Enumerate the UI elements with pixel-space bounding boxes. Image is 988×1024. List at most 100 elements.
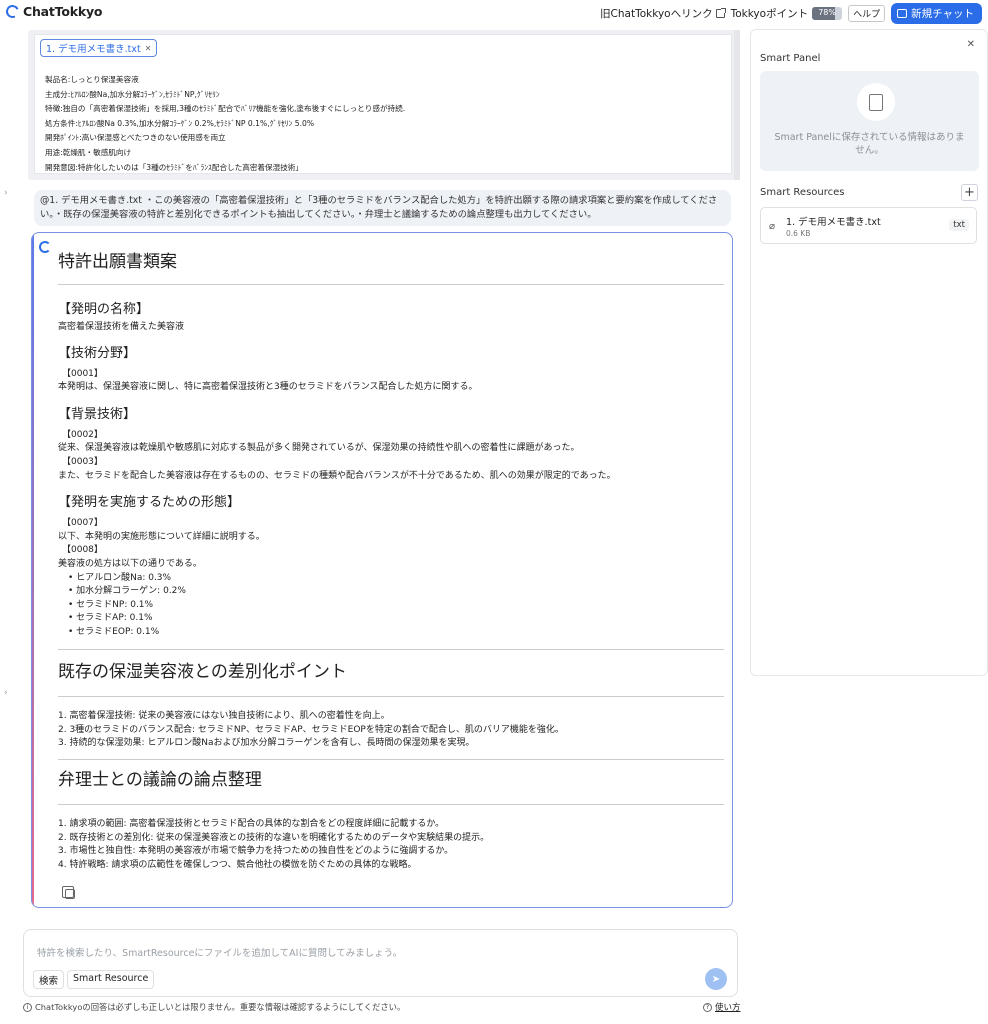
file-chip[interactable]: 1. デモ用メモ書き.txt ✕	[40, 39, 158, 57]
paragraph-number: 【0007】	[62, 518, 103, 529]
section-title: 弁理士との議論の論点整理	[58, 770, 262, 790]
paragraph-number: 【0003】	[62, 456, 103, 467]
expand-left-icon[interactable]: ›	[4, 188, 8, 198]
send-icon: ➤	[711, 973, 721, 985]
doc-line: 特徴:独自の「高密着保湿技術」を採用,3種のｾﾗﾐﾄﾞ配合でﾊﾞﾘｱ機能を強化,…	[45, 104, 406, 114]
user-message: @1. デモ用メモ書き.txt ・この美容液の「高密着保湿技術」と「3種のセラミ…	[34, 190, 731, 226]
document-page: 1. デモ用メモ書き.txt ✕ 製品名:しっとり保湿美容液 主成分:ﾋｱﾙﾛﾝ…	[34, 34, 732, 174]
resources-title: Smart Resources	[760, 187, 845, 198]
discussion-section: 弁理士との議論の論点整理 1. 請求項の範囲: 高密着保湿技術とセラミド配合の具…	[58, 765, 724, 872]
usage-link[interactable]: ? 使い方	[703, 1001, 741, 1013]
paragraph-number: 【0008】	[62, 545, 103, 556]
doc-line: 製品名:しっとり保湿美容液	[45, 75, 139, 84]
copy-icon[interactable]	[62, 886, 75, 899]
differentiation-section: 既存の保湿美容液との差別化ポイント 1. 高密着保湿技術: 従来の美容液にはない…	[58, 657, 724, 760]
paragraph: 本発明は、保湿美容液に関し、特に高密着保湿技術と3種のセラミドをバランス配合した…	[58, 382, 478, 393]
section-heading: 【発明を実施するための形態】	[58, 495, 241, 511]
disclaimer: i ChatTokkyoの回答は必ずしも正しいとは限りません。重要な情報は確認す…	[23, 1001, 405, 1013]
expand-left-icon[interactable]: ›	[4, 688, 8, 698]
discussion-list: 1. 請求項の範囲: 高密着保湿技術とセラミド配合の具体的な割合をどの程度詳細に…	[58, 818, 724, 872]
divider	[58, 649, 724, 650]
top-header: ChatTokkyo 旧ChatTokkyoへリンク Tokkyoポイント 78…	[0, 0, 988, 24]
old-chattokkyo-link[interactable]: 旧ChatTokkyoへリンク	[600, 6, 726, 21]
list-item: 1. 高密着保湿技術: 従来の美容液にはない独自技術により、肌への密着性を向上。	[58, 711, 390, 721]
doc-line: 開発ﾎﾟｲﾝﾄ:高い保湿感とべたつきのない使用感を両立	[45, 133, 226, 143]
differentiation-list: 1. 高密着保湿技術: 従来の美容液にはない独自技術により、肌への密着性を向上。…	[58, 710, 724, 751]
file-chip-label: 1. デモ用メモ書き.txt	[46, 44, 141, 55]
app-logo[interactable]: ChatTokkyo	[4, 3, 103, 20]
divider	[58, 758, 724, 760]
resource-item[interactable]: ⌀ 1. デモ用メモ書き.txt 0.6 KB txt	[760, 207, 977, 244]
smart-resource-button[interactable]: Smart Resource	[67, 970, 155, 989]
section-heading: 【発明の名称】	[58, 302, 150, 317]
smart-panel: ✕ Smart Panel Smart Panelに保存されている情報はありませ…	[750, 29, 988, 676]
resource-name: 1. デモ用メモ書き.txt	[786, 217, 881, 228]
usage-label: 使い方	[715, 1003, 741, 1013]
formula-list: ヒアルロン酸Na: 0.3% 加水分解コラーゲン: 0.2% セラミドNP: 0…	[58, 572, 724, 640]
section-heading: 【技術分野】	[58, 345, 137, 361]
list-item: 2. 既存技術との差別化: 従来の保湿美容液との技術的な違いを明確化するためのデ…	[58, 832, 490, 843]
doc-line: 主成分:ﾋｱﾙﾛﾝ酸Na,加水分解ｺﾗｰｹﾞﾝ,ｾﾗﾐﾄﾞNP,ｸﾞﾘｾﾘﾝ	[45, 89, 220, 99]
empty-state-text: Smart Panelに保存されている情報はありません。	[774, 132, 965, 156]
list-item: 3. 市場性と独自性: 本発明の美容液が市場で競争力を持つための独自性をどのよう…	[58, 846, 454, 857]
points-percent: 78%	[818, 8, 836, 17]
list-item: 4. 特許戦略: 請求項の広範性を確保しつつ、競合他社の模倣を防ぐための具体的な…	[58, 859, 417, 870]
paragraph-number: 【0001】	[62, 368, 103, 379]
document-icon	[869, 93, 883, 111]
paperclip-icon: ⌀	[769, 221, 776, 232]
points-label: Tokkyoポイント	[730, 8, 809, 20]
send-button[interactable]: ➤	[705, 968, 727, 990]
logo-icon	[4, 3, 21, 20]
paragraph: 美容液の処方は以下の通りである。	[58, 558, 202, 569]
divider	[58, 284, 724, 285]
search-button[interactable]: 検索	[33, 970, 65, 989]
old-link-label: 旧ChatTokkyoへリンク	[600, 8, 713, 20]
info-icon: i	[23, 1002, 32, 1012]
doc-line: 処方条件:ﾋｱﾙﾛﾝ酸Na 0.3%,加水分解ｺﾗｰｹﾞﾝ 0.2%,ｾﾗﾐﾄﾞ…	[45, 118, 315, 128]
panel-empty-state: Smart Panelに保存されている情報はありません。	[760, 71, 979, 171]
empty-state-icon	[857, 83, 895, 121]
divider	[58, 696, 724, 697]
paragraph: 以下、本発明の実施形態について詳細に説明する。	[58, 531, 265, 542]
patent-draft: 特許出願書類案 【発明の名称】 高密着保湿技術を備えた美容液 【技術分野】 【0…	[58, 247, 724, 651]
section-heading: 【背景技術】	[58, 406, 137, 422]
disclaimer-text: ChatTokkyoの回答は必ずしも正しいとは限りません。重要な情報は確認するよ…	[35, 1002, 406, 1012]
divider	[58, 804, 724, 805]
list-item: ヒアルロン酸Na: 0.3%	[68, 572, 724, 586]
external-link-icon	[715, 8, 726, 18]
scrollbar[interactable]	[734, 30, 740, 180]
panel-title: Smart Panel	[760, 53, 821, 64]
close-icon[interactable]: ✕	[145, 44, 152, 53]
doc-line: 用途:乾燥肌・敏感肌向け	[45, 147, 132, 157]
paragraph: 従来、保湿美容液は乾燥肌や敏感肌に対応する製品が多く開発されているが、保湿効果の…	[58, 443, 580, 454]
new-chat-button[interactable]: 新規チャット	[891, 3, 982, 24]
list-item: 2. 3種のセラミドのバランス配合: セラミドNP、セラミドAP、セラミドEOP…	[58, 724, 564, 735]
list-item: 1. 請求項の範囲: 高密着保湿技術とセラミド配合の具体的な割合をどの程度詳細に…	[58, 819, 445, 829]
chat-icon	[897, 9, 908, 18]
close-icon[interactable]: ✕	[967, 39, 975, 50]
document-text: 製品名:しっとり保湿美容液 主成分:ﾋｱﾙﾛﾝ酸Na,加水分解ｺﾗｰｹﾞﾝ,ｾﾗ…	[45, 73, 405, 175]
assistant-response: 特許出願書類案 【発明の名称】 高密着保湿技術を備えた美容液 【技術分野】 【0…	[31, 232, 733, 908]
section-title: 既存の保湿美容液との差別化ポイント	[58, 662, 347, 682]
app-name: ChatTokkyo	[23, 4, 103, 19]
list-item: セラミドNP: 0.1%	[68, 599, 724, 613]
list-item: セラミドAP: 0.1%	[68, 612, 724, 626]
help-icon: ?	[703, 1002, 712, 1012]
doc-line: 開発意図:特許化したいのは「3種のｾﾗﾐﾄﾞをﾊﾞﾗﾝｽ配合した高密着保湿技術」	[45, 162, 303, 172]
paragraph: 高密着保湿技術を備えた美容液	[58, 322, 185, 332]
paragraph-number: 【0002】	[62, 429, 103, 440]
document-preview: 1. デモ用メモ書き.txt ✕ 製品名:しっとり保湿美容液 主成分:ﾋｱﾙﾛﾝ…	[28, 30, 740, 180]
add-resource-button[interactable]: +	[961, 184, 978, 201]
chat-input[interactable]: 特許を検索したり、SmartResourceにファイルを追加してAIに質問してみ…	[37, 945, 402, 959]
new-chat-label: 新規チャット	[911, 8, 974, 20]
list-item: セラミドEOP: 0.1%	[68, 626, 724, 640]
resource-type-badge: txt	[949, 219, 969, 231]
resource-size: 0.6 KB	[786, 229, 811, 238]
list-item: 加水分解コラーゲン: 0.2%	[68, 585, 724, 599]
help-button[interactable]: ヘルプ	[848, 5, 886, 22]
chat-input-area: 特許を検索したり、SmartResourceにファイルを追加してAIに質問してみ…	[23, 929, 738, 997]
draft-title: 特許出願書類案	[58, 252, 177, 272]
assistant-avatar-icon	[39, 241, 51, 253]
points-bar: 78%	[812, 7, 843, 20]
paragraph: また、セラミドを配合した美容液は存在するものの、セラミドの種類や配合バランスが不…	[58, 470, 616, 481]
